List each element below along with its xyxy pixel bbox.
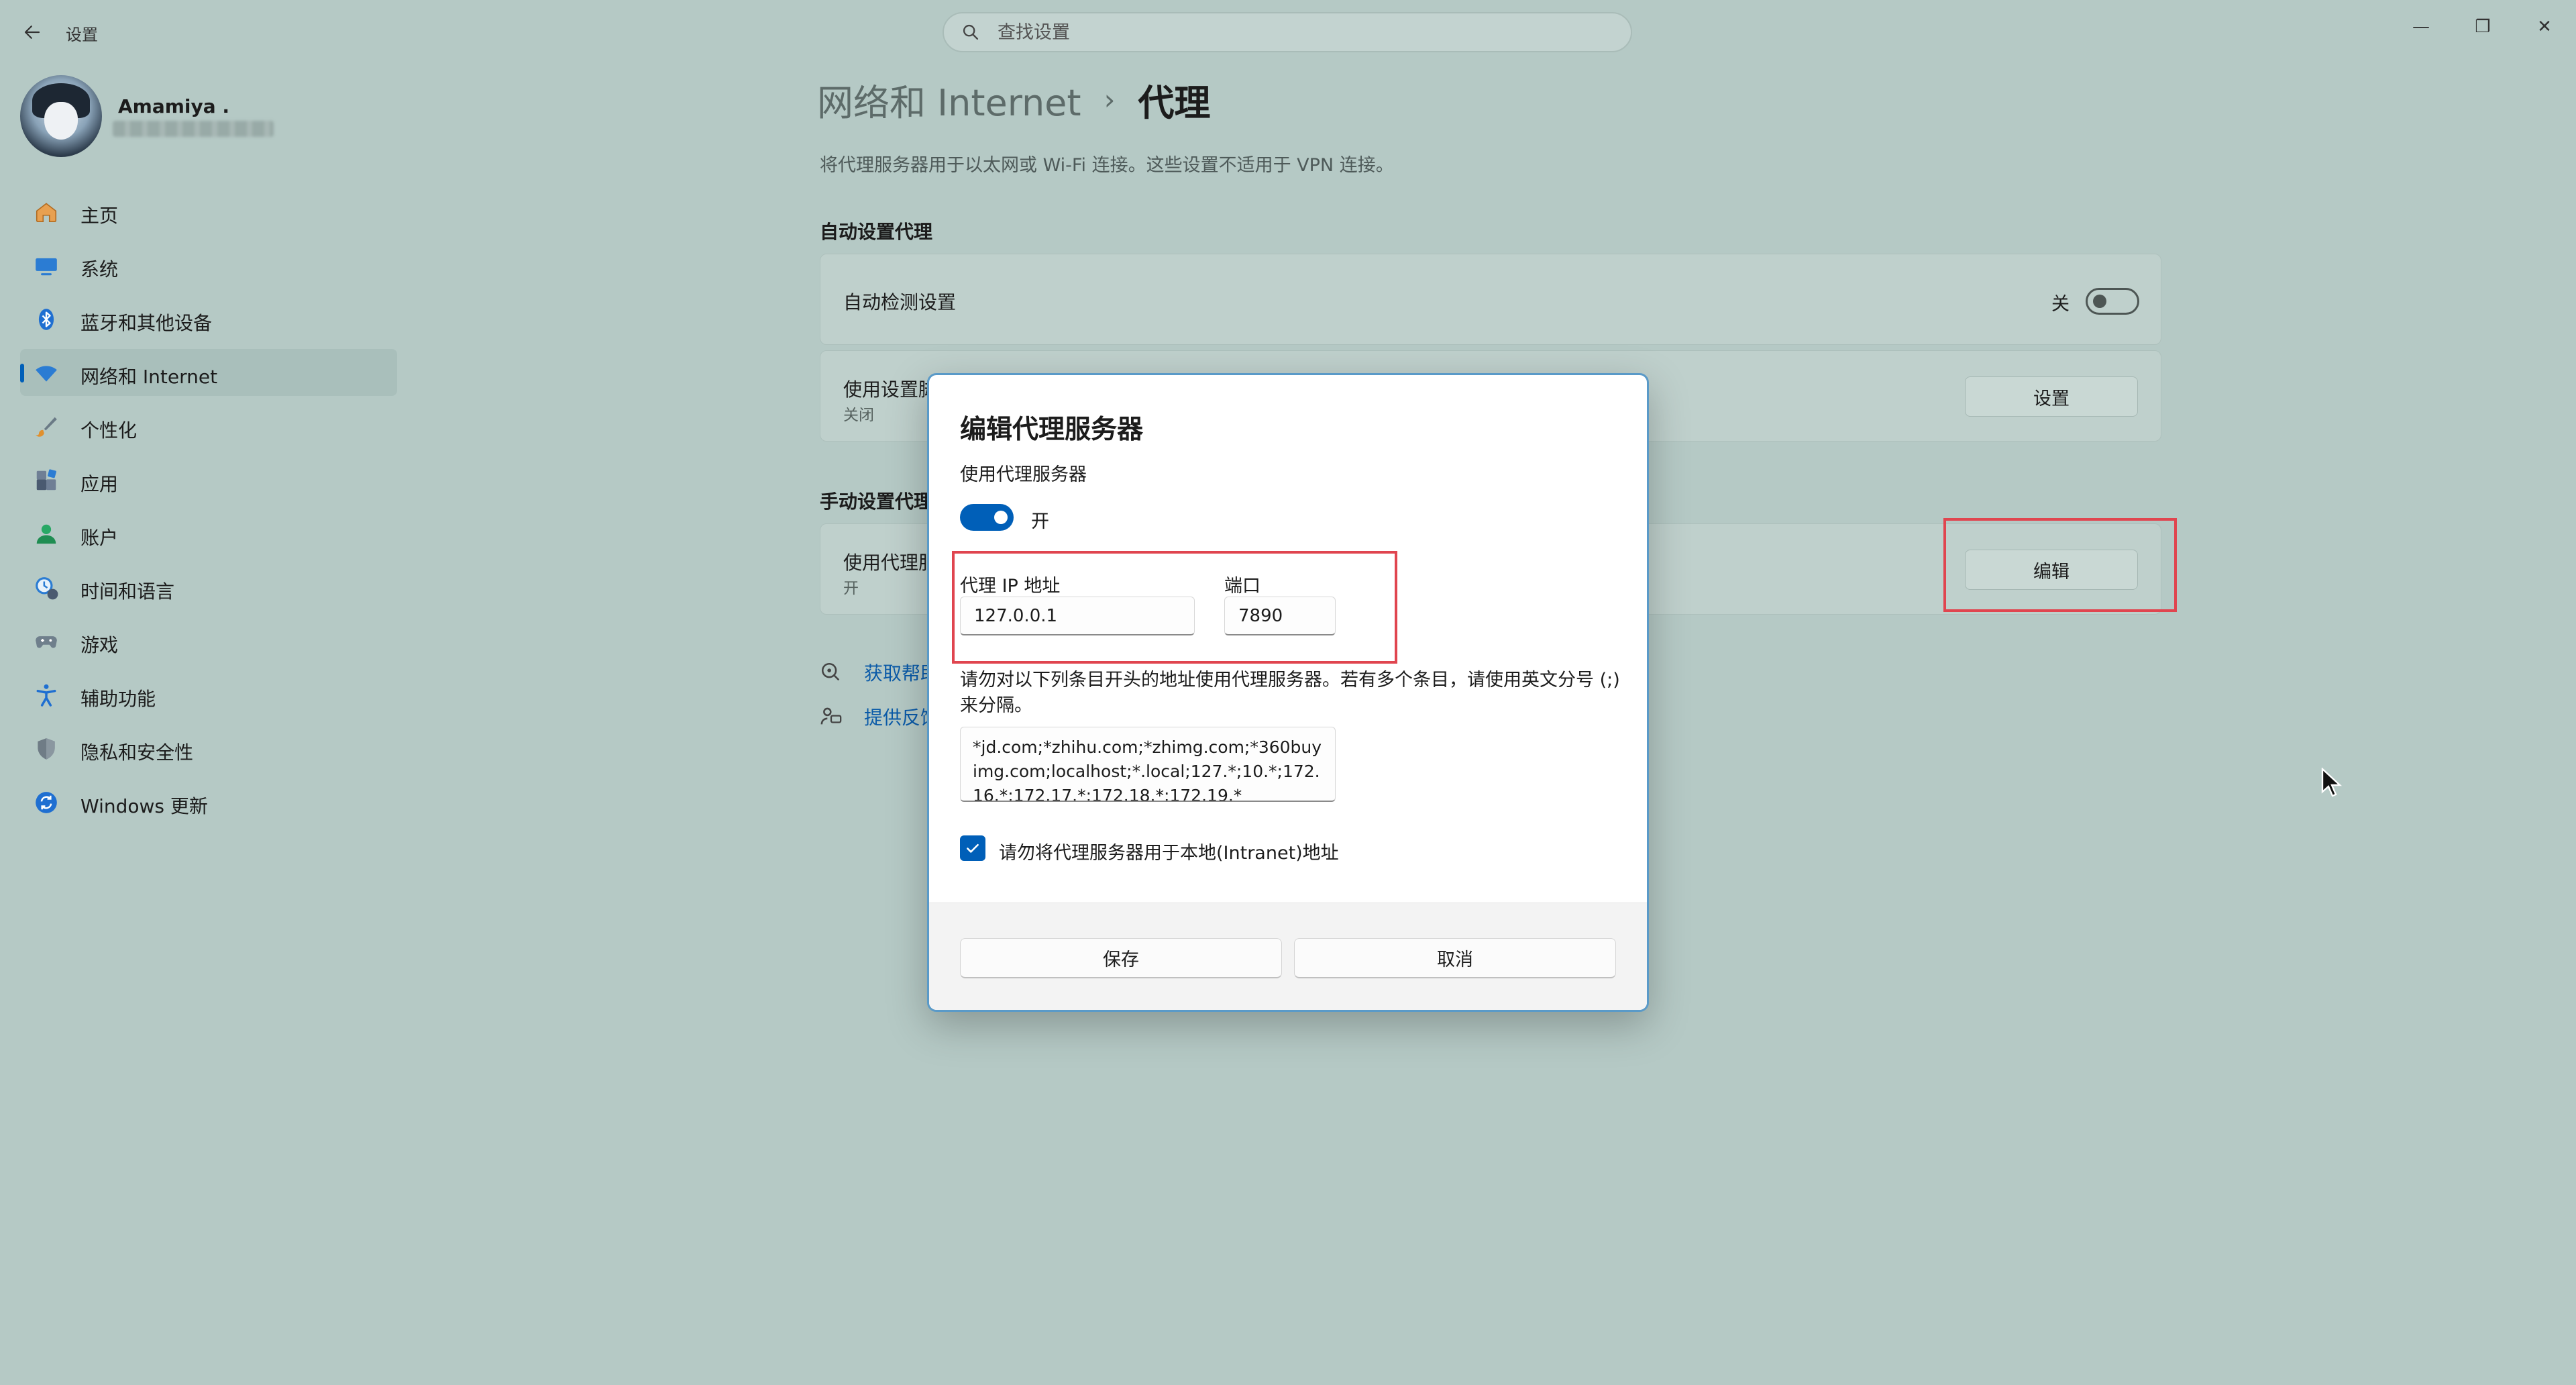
page-description: 将代理服务器用于以太网或 Wi-Fi 连接。这些设置不适用于 VPN 连接。 xyxy=(820,155,1394,176)
page-title: 代理 xyxy=(1138,81,1211,124)
search-box[interactable] xyxy=(943,12,1632,52)
bypass-local-checkbox[interactable] xyxy=(960,835,985,861)
sidebar-item-label: 网络和 Internet xyxy=(80,366,218,388)
proxy-server-status: 开 xyxy=(843,580,859,597)
help-icon xyxy=(821,662,840,681)
checkmark-icon xyxy=(967,843,979,853)
sidebar-item-accounts[interactable]: 账户 xyxy=(20,510,397,557)
sidebar-item-label: 游戏 xyxy=(80,634,119,656)
brush-icon xyxy=(36,417,57,437)
breadcrumb-parent[interactable]: 网络和 Internet xyxy=(817,73,1081,126)
setup-script-status: 关闭 xyxy=(843,407,874,424)
accessibility-icon xyxy=(36,684,56,707)
shield-icon xyxy=(38,738,55,760)
auto-proxy-section-title: 自动设置代理 xyxy=(820,221,933,243)
minimize-icon: — xyxy=(2412,17,2430,37)
feedback-icon xyxy=(820,707,842,725)
sidebar-item-label: 时间和语言 xyxy=(80,580,175,603)
gamepad-icon xyxy=(36,636,57,648)
save-button[interactable]: 保存 xyxy=(960,938,1282,978)
sidebar-item-time-language[interactable]: 时间和语言 xyxy=(20,564,397,611)
get-help-link[interactable]: 获取帮助 xyxy=(820,659,939,686)
sidebar-item-label: 蓝牙和其他设备 xyxy=(80,312,213,334)
use-proxy-toggle[interactable] xyxy=(960,504,1014,531)
sidebar-nav: 主页 系统 蓝牙和其他设备 网络和 Internet 个性化 应用 账户 时间和… xyxy=(20,188,397,832)
profile-name: Amamiya . xyxy=(118,95,230,117)
account-icon xyxy=(36,524,56,544)
breadcrumb: 网络和 Internet › 代理 xyxy=(817,72,1210,126)
manual-proxy-section-title: 手动设置代理 xyxy=(820,491,933,513)
search-icon xyxy=(963,24,979,40)
dialog-footer: 保存 取消 xyxy=(929,903,1647,1010)
sidebar-item-bluetooth[interactable]: 蓝牙和其他设备 xyxy=(20,295,397,342)
sidebar-item-privacy[interactable]: 隐私和安全性 xyxy=(20,725,397,772)
sidebar-item-home[interactable]: 主页 xyxy=(20,188,397,235)
sidebar-item-label: Windows 更新 xyxy=(80,795,208,817)
edit-proxy-dialog: 编辑代理服务器 使用代理服务器 开 代理 IP 地址 端口 请勿对以下列条目开头… xyxy=(927,373,1649,1012)
sidebar-item-network[interactable]: 网络和 Internet xyxy=(20,349,397,396)
time-language-icon xyxy=(36,577,58,600)
sidebar-item-label: 辅助功能 xyxy=(80,688,156,710)
sidebar-item-label: 应用 xyxy=(80,473,119,495)
bluetooth-icon xyxy=(38,309,54,330)
sidebar-item-label: 账户 xyxy=(80,527,119,549)
ip-port-highlight xyxy=(952,551,1397,664)
back-button[interactable] xyxy=(16,16,48,48)
update-icon xyxy=(36,792,57,813)
sidebar-item-apps[interactable]: 应用 xyxy=(20,456,397,503)
auto-detect-toggle[interactable] xyxy=(2086,288,2139,315)
close-icon: ✕ xyxy=(2537,17,2552,37)
use-proxy-label: 使用代理服务器 xyxy=(960,464,1087,485)
sidebar-item-label: 个性化 xyxy=(80,419,138,442)
system-icon xyxy=(36,258,57,276)
app-title: 设置 xyxy=(66,25,98,44)
bypass-local-label: 请勿将代理服务器用于本地(Intranet)地址 xyxy=(999,843,1339,864)
sidebar-item-personalization[interactable]: 个性化 xyxy=(20,403,397,450)
sidebar-item-system[interactable]: 系统 xyxy=(20,242,397,289)
profile-email-redacted xyxy=(113,121,274,137)
sidebar-item-windows-update[interactable]: Windows 更新 xyxy=(20,778,397,825)
wifi-icon xyxy=(36,366,57,382)
auto-detect-state: 关 xyxy=(2051,294,2070,315)
use-proxy-toggle-state: 开 xyxy=(1031,511,1049,532)
minimize-button[interactable]: — xyxy=(2391,7,2451,47)
arrow-left-icon xyxy=(24,25,40,39)
exceptions-textarea[interactable]: *jd.com;*zhihu.com;*zhimg.com;*360buyimg… xyxy=(960,727,1336,802)
sidebar-item-gaming[interactable]: 游戏 xyxy=(20,617,397,664)
title-bar: 设置 — ❐ ✕ xyxy=(0,0,2576,64)
search-input[interactable] xyxy=(998,13,1601,51)
apps-icon xyxy=(36,469,56,491)
avatar[interactable] xyxy=(20,75,102,157)
sidebar-item-accessibility[interactable]: 辅助功能 xyxy=(20,671,397,718)
settings-window: 设置 — ❐ ✕ Amamiya . 主页 系统 蓝牙和其他设备 网络和 Int xyxy=(0,0,2576,1385)
sidebar-item-label: 系统 xyxy=(80,258,119,280)
setup-button[interactable]: 设置 xyxy=(1965,376,2138,417)
edit-button-highlight xyxy=(1943,518,2177,612)
sidebar-item-label: 主页 xyxy=(80,205,119,227)
sidebar-item-label: 隐私和安全性 xyxy=(80,741,194,764)
feedback-link[interactable]: 提供反馈 xyxy=(820,703,939,730)
auto-detect-card: 自动检测设置 关 xyxy=(820,254,2161,345)
maximize-button[interactable]: ❐ xyxy=(2453,7,2513,47)
close-button[interactable]: ✕ xyxy=(2514,7,2575,47)
chevron-right-icon: › xyxy=(1104,83,1116,116)
mouse-cursor-icon xyxy=(2321,768,2343,797)
cancel-button[interactable]: 取消 xyxy=(1294,938,1616,978)
home-icon xyxy=(36,203,57,223)
exceptions-note: 请勿对以下列条目开头的地址使用代理服务器。若有多个条目，请使用英文分号 (;) … xyxy=(960,670,1620,716)
auto-detect-label: 自动检测设置 xyxy=(843,291,957,313)
restore-icon: ❐ xyxy=(2475,17,2491,37)
dialog-title: 编辑代理服务器 xyxy=(960,415,1144,445)
